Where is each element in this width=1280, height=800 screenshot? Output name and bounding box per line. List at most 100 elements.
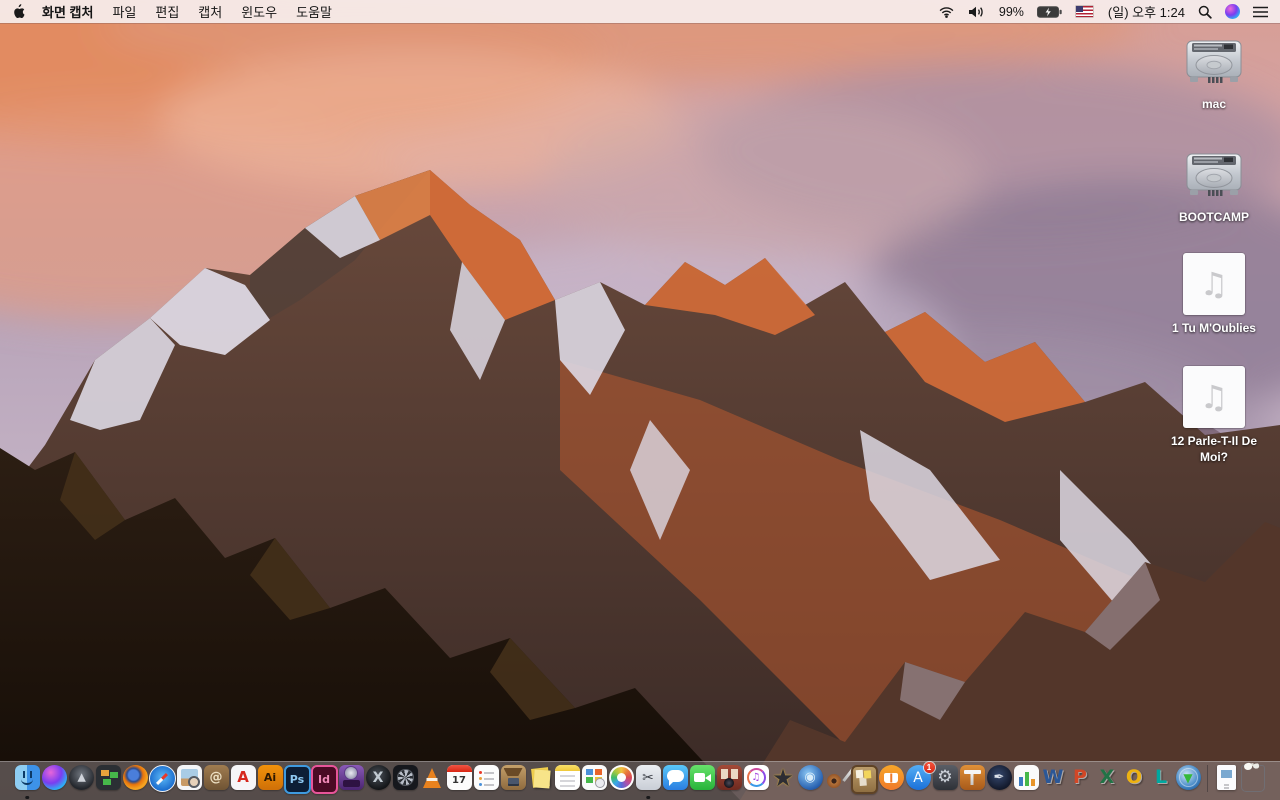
photoshop-glyph: Ps bbox=[289, 773, 305, 786]
desktop-icon-label: 12 Parle-T-Il De Moi? bbox=[1170, 434, 1258, 465]
excel-dock-icon[interactable]: X bbox=[1094, 765, 1121, 796]
battery-charging-icon[interactable] bbox=[1036, 5, 1063, 18]
audio-file-icon: ♫ bbox=[1183, 366, 1245, 428]
photo-booth-dock-icon[interactable] bbox=[716, 765, 743, 796]
hard-drive-icon bbox=[1186, 40, 1242, 84]
dvd-ripper-glyph: ◉ bbox=[804, 770, 816, 785]
desktop-icon-label: BOOTCAMP bbox=[1179, 210, 1249, 224]
stickies-dock-icon[interactable] bbox=[527, 765, 554, 796]
desktop-icon-label: 1 Tu M'Oublies bbox=[1172, 321, 1256, 335]
archive-utility-dock-icon[interactable] bbox=[500, 765, 527, 796]
xbmc-glyph: X bbox=[372, 769, 384, 786]
imovie-glyph: ★ bbox=[772, 763, 794, 792]
system-preferences-dock-icon[interactable]: ⚙ bbox=[932, 765, 959, 796]
preview-dock-icon[interactable] bbox=[176, 765, 203, 796]
menu-help[interactable]: 도움말 bbox=[296, 2, 332, 21]
pinboard-app-dock-icon[interactable] bbox=[850, 765, 878, 796]
facetime-dock-icon[interactable] bbox=[689, 765, 716, 796]
music-note-glyph: ♫ bbox=[1199, 378, 1229, 416]
acrobat-reader-dock-icon[interactable]: A bbox=[230, 765, 257, 796]
keynote-dock-icon[interactable] bbox=[959, 765, 986, 796]
siri-menu-icon[interactable] bbox=[1225, 4, 1240, 19]
grab-glyph: ✂ bbox=[642, 769, 654, 786]
outlook-dock-icon[interactable]: O bbox=[1121, 765, 1148, 796]
grab-running-indicator bbox=[646, 795, 650, 799]
grab-dock-icon[interactable]: ✂ bbox=[635, 765, 662, 799]
spotlight-icon[interactable] bbox=[1198, 5, 1212, 19]
itunes-glyph: ♫ bbox=[751, 771, 761, 783]
app-store-badge: 1 bbox=[923, 762, 935, 773]
wallpaper bbox=[0, 0, 1280, 800]
reminders-dock-icon[interactable] bbox=[473, 765, 500, 796]
apple-menu[interactable] bbox=[12, 3, 25, 20]
trash-full-dock-icon[interactable] bbox=[1240, 765, 1267, 796]
photos-dock-icon[interactable] bbox=[608, 765, 635, 796]
firefox-dock-icon[interactable] bbox=[122, 765, 149, 796]
pages-glyph: ✒ bbox=[993, 770, 1005, 785]
app-store-dock-icon[interactable]: A1 bbox=[905, 762, 935, 796]
wifi-icon[interactable] bbox=[938, 6, 955, 18]
lync-dock-icon[interactable]: L bbox=[1148, 765, 1175, 796]
calendar-glyph: 17 bbox=[452, 774, 466, 786]
acrobat-reader-glyph: A bbox=[237, 768, 249, 786]
desktop-icon-label: mac bbox=[1201, 97, 1227, 111]
calendar-dock-icon[interactable]: 17 bbox=[446, 765, 473, 796]
menu-edit[interactable]: 편집 bbox=[155, 2, 179, 21]
numbers-dock-icon[interactable] bbox=[1013, 765, 1040, 796]
toast-titanium-dock-icon[interactable] bbox=[338, 765, 365, 796]
notification-center-icon[interactable] bbox=[1253, 6, 1268, 18]
desktop-icon-bootcamp-drive[interactable]: BOOTCAMP bbox=[1166, 149, 1262, 225]
finder-dock-icon[interactable] bbox=[14, 765, 41, 799]
apple-icon bbox=[14, 3, 25, 18]
desktop-icon-mac-drive[interactable]: mac bbox=[1166, 36, 1262, 112]
powerpoint-dock-icon[interactable]: P bbox=[1067, 765, 1094, 796]
battery-percent: 99% bbox=[998, 4, 1024, 19]
input-source-us-flag[interactable] bbox=[1075, 6, 1093, 17]
page-layout-app-dock-icon[interactable] bbox=[581, 765, 608, 796]
desktop-icon-audio-file-1[interactable]: ♫ 1 Tu M'Oublies bbox=[1166, 253, 1262, 336]
launchpad-glyph: ▶ bbox=[74, 773, 88, 782]
siri-dock-icon[interactable] bbox=[41, 765, 68, 796]
menu-bar: 화면 캡처 파일 편집 캡처 윈도우 도움말 99% (일) 오후 1:24 bbox=[0, 0, 1280, 23]
menu-bar-status: 99% (일) 오후 1:24 bbox=[938, 2, 1268, 21]
display-tiles-app-dock-icon[interactable] bbox=[95, 765, 122, 796]
excel-glyph: X bbox=[1099, 766, 1115, 788]
messages-dock-icon[interactable] bbox=[662, 765, 689, 796]
download-manager-dock-icon[interactable]: ▼ bbox=[1175, 765, 1202, 796]
ibooks-dock-icon[interactable] bbox=[878, 765, 905, 796]
outlook-glyph: O bbox=[1125, 766, 1143, 788]
finder-running-indicator bbox=[25, 795, 29, 799]
system-preferences-glyph: ⚙ bbox=[937, 767, 953, 787]
dvd-ripper-dock-icon[interactable]: ◉ bbox=[797, 765, 824, 796]
illustrator-dock-icon[interactable]: Ai bbox=[257, 765, 284, 796]
photoshop-dock-icon[interactable]: Ps bbox=[283, 765, 311, 796]
itunes-dock-icon[interactable]: ♫ bbox=[743, 765, 770, 796]
menu-file[interactable]: 파일 bbox=[112, 2, 136, 21]
menu-capture[interactable]: 캡처 bbox=[198, 2, 222, 21]
vlc-dock-icon[interactable] bbox=[419, 765, 446, 796]
powerpoint-glyph: P bbox=[1073, 766, 1087, 788]
dock-divider bbox=[1206, 765, 1208, 792]
word-dock-icon[interactable]: W bbox=[1040, 765, 1067, 796]
notes-dock-icon[interactable] bbox=[554, 765, 581, 796]
music-note-glyph: ♫ bbox=[1199, 265, 1229, 303]
imovie-dock-icon[interactable]: ★ bbox=[770, 765, 797, 796]
fan-control-dock-icon[interactable] bbox=[392, 765, 419, 796]
pages-dock-icon[interactable]: ✒ bbox=[986, 765, 1013, 796]
contacts-dock-icon[interactable]: @ bbox=[203, 765, 230, 796]
indesign-dock-icon[interactable]: Id bbox=[310, 765, 338, 796]
desktop-icon-audio-file-2[interactable]: ♫ 12 Parle-T-Il De Moi? bbox=[1166, 366, 1262, 465]
download-manager-glyph: ▼ bbox=[1183, 770, 1193, 785]
garageband-dock-icon[interactable] bbox=[824, 765, 851, 796]
audio-file-icon: ♫ bbox=[1183, 253, 1245, 315]
indesign-glyph: Id bbox=[318, 773, 330, 786]
document-file-dock-icon[interactable] bbox=[1213, 765, 1240, 796]
safari-dock-icon[interactable] bbox=[148, 765, 176, 796]
app-menu-title[interactable]: 화면 캡처 bbox=[42, 2, 93, 21]
xbmc-dock-icon[interactable]: X bbox=[365, 765, 392, 796]
contacts-glyph: @ bbox=[209, 770, 223, 785]
launchpad-dock-icon[interactable]: ▶ bbox=[68, 765, 95, 796]
menu-window[interactable]: 윈도우 bbox=[241, 2, 277, 21]
menu-bar-clock[interactable]: (일) 오후 1:24 bbox=[1108, 2, 1185, 21]
volume-icon[interactable] bbox=[968, 6, 986, 18]
